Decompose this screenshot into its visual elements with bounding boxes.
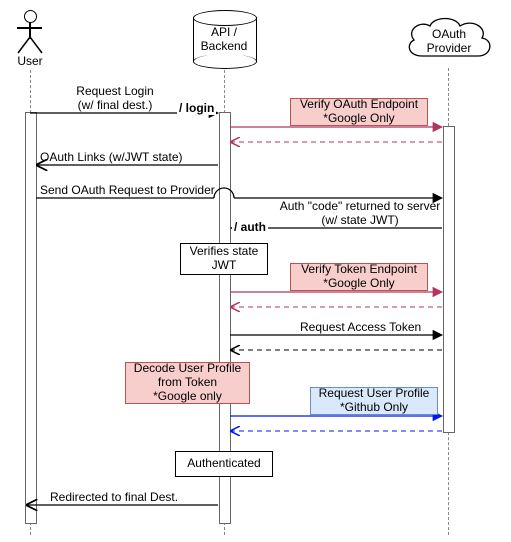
- msg-request-access-token: Request Access Token: [300, 321, 421, 335]
- msg-oauth-links: OAuth Links (w/JWT state): [40, 151, 182, 165]
- note-verifies-state-jwt-text: Verifies state JWT: [190, 245, 259, 273]
- msg-request-user-profile-text: Request User Profile *Github Only: [319, 387, 430, 415]
- msg-verify-oauth-endpoint: Verify OAuth Endpoint *Google Only: [290, 98, 428, 126]
- note-authenticated: Authenticated: [175, 451, 273, 477]
- msg-verify-token-endpoint-text: Verify Token Endpoint *Google Only: [301, 263, 417, 291]
- actor-user: [14, 10, 46, 54]
- note-verifies-state-jwt: Verifies state JWT: [180, 243, 268, 275]
- msg-verify-oauth-endpoint-text: Verify OAuth Endpoint *Google Only: [300, 98, 418, 126]
- sequence-diagram: User API / Backend OAuth Provider: [0, 0, 511, 542]
- participant-provider-label: OAuth Provider: [414, 28, 484, 56]
- endpoint-auth: / auth: [232, 220, 268, 234]
- activation-user: [25, 112, 37, 524]
- note-authenticated-text: Authenticated: [187, 457, 260, 471]
- msg-request-user-profile: Request User Profile *Github Only: [310, 387, 438, 415]
- msg-redirected: Redirected to final Dest.: [50, 491, 178, 505]
- msg-send-oauth-request: Send OAuth Request to Provider: [40, 184, 215, 198]
- msg-auth-code: Auth "code" returned to server (w/ state…: [275, 200, 445, 228]
- endpoint-login: / login: [177, 101, 216, 115]
- note-decode-user-profile-text: Decode User Profile from Token *Google o…: [134, 362, 241, 403]
- msg-request-login: Request Login (w/ final dest.): [50, 85, 180, 113]
- note-decode-user-profile: Decode User Profile from Token *Google o…: [125, 362, 250, 404]
- activation-provider: [443, 126, 455, 433]
- actor-user-label: User: [6, 55, 54, 69]
- msg-verify-token-endpoint: Verify Token Endpoint *Google Only: [290, 263, 428, 291]
- participant-backend-label: API / Backend: [192, 26, 256, 54]
